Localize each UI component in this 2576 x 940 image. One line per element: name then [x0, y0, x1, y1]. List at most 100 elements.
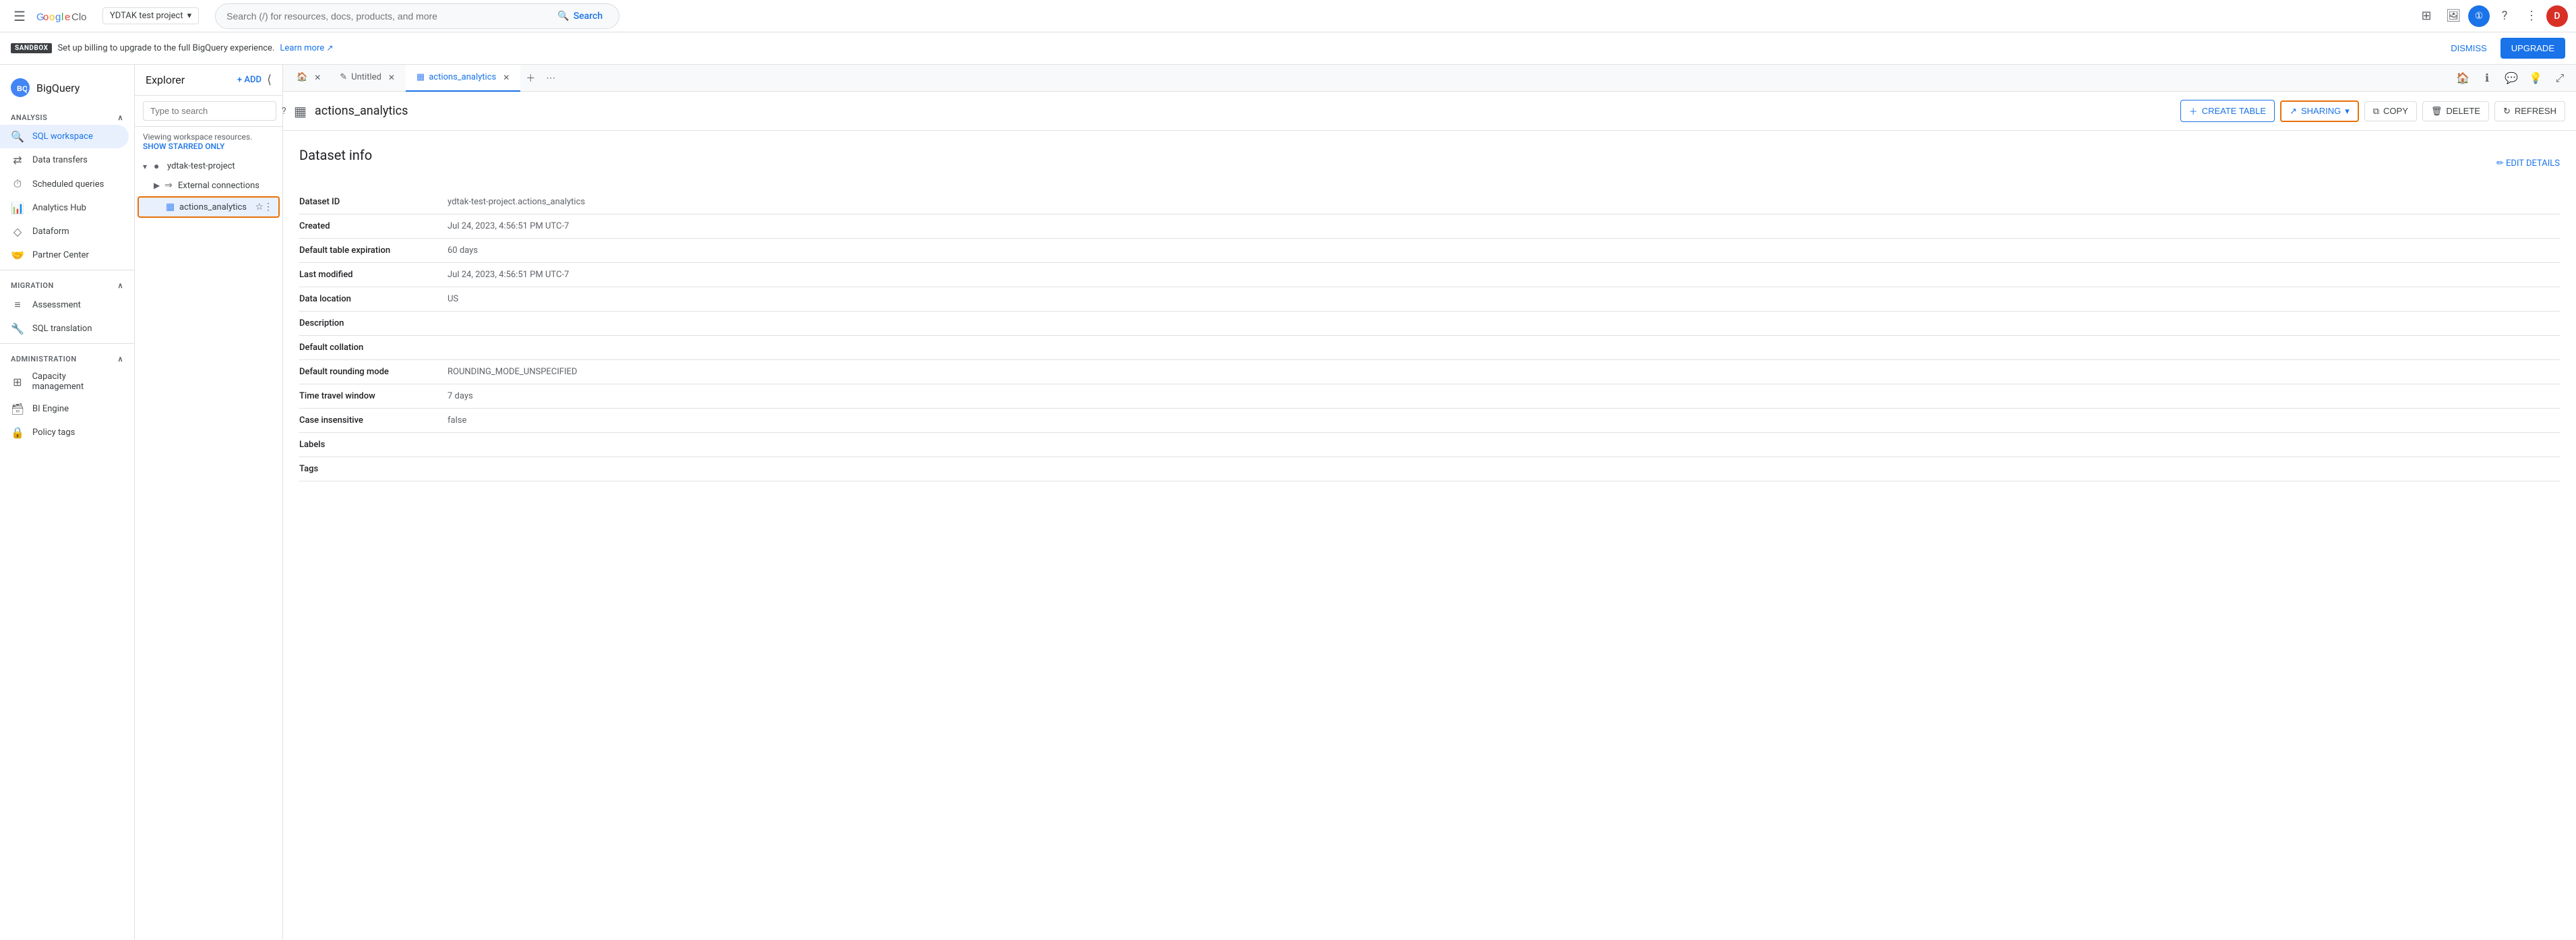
partner-center-icon: 🤝 [11, 249, 24, 262]
analysis-section-label: Analysis ∧ [0, 105, 134, 125]
delete-icon: 🗑 [2431, 106, 2443, 117]
project-label: ydtak-test-project [167, 161, 256, 171]
sidebar-item-label: Data transfers [32, 155, 88, 165]
tab-untitled[interactable]: ✎ Untitled ✕ [329, 65, 406, 92]
help-icon[interactable]: ? [2492, 4, 2517, 28]
tab-menu-button[interactable]: ⋯ [541, 67, 561, 89]
actions-tab-icon: ▦ [417, 72, 425, 82]
more-actions-icon[interactable]: ⋮ [264, 202, 273, 212]
tree-area: ▾ ● ydtak-test-project ☆ ⋮ ▶ ⇒ External … [135, 156, 282, 939]
tab-add-button[interactable]: ＋ [520, 66, 541, 90]
search-input[interactable] [226, 11, 552, 22]
tab-home[interactable]: 🏠 ✕ [288, 65, 329, 92]
project-selector[interactable]: YDTAK test project ▾ [102, 7, 199, 24]
sidebar-item-analytics-hub[interactable]: 📊 Analytics Hub [0, 196, 129, 220]
field-label: Last modified [299, 263, 448, 287]
copy-button[interactable]: ⧉ COPY [2364, 101, 2417, 121]
svg-text:o: o [49, 11, 55, 23]
sidebar-app-name: BigQuery [36, 82, 80, 94]
project-chevron: ▾ [187, 11, 192, 21]
migration-section-label: Migration ∧ [0, 273, 134, 293]
field-value [448, 433, 2560, 457]
dismiss-button[interactable]: DISMISS [2443, 39, 2494, 57]
sharing-dropdown-icon: ▾ [2345, 106, 2350, 117]
table-row: Tags [299, 457, 2560, 481]
field-value: US [448, 287, 2560, 312]
tree-external-connections[interactable]: ▶ ⇒ External connections ⋮ [135, 176, 282, 195]
svg-text:BQ: BQ [17, 85, 27, 93]
explorer-search-box: ? [135, 96, 282, 127]
copy-icon: ⧉ [2373, 106, 2379, 117]
apps-icon[interactable]: ⊞ [2414, 4, 2439, 28]
sharing-button[interactable]: ↗ SHARING ▾ [2280, 100, 2359, 122]
project-expand-icon: ▾ [143, 162, 154, 171]
untitled-close-icon[interactable]: ✕ [388, 73, 395, 82]
create-table-button[interactable]: ＋ CREATE TABLE [2180, 100, 2275, 122]
tab-chat-icon[interactable]: 💬 [2501, 67, 2522, 89]
sidebar-item-partner-center[interactable]: 🤝 Partner Center [0, 243, 129, 267]
search-button[interactable]: 🔍 Search [552, 8, 608, 24]
sidebar-item-sql-workspace[interactable]: 🔍 SQL workspace [0, 125, 129, 148]
sidebar-item-capacity-management[interactable]: ⊞ Capacity management [0, 366, 129, 397]
ext-conn-label: External connections [178, 181, 265, 191]
tree-actions-analytics[interactable]: ▦ actions_analytics ☆ ⋮ [137, 196, 280, 218]
dataset-panel: ▦ actions_analytics ＋ CREATE TABLE ↗ SHA… [283, 92, 2576, 939]
show-starred-button[interactable]: SHOW STARRED ONLY [143, 142, 274, 151]
notifications-icon[interactable]: 🖼 [2441, 4, 2465, 28]
sidebar-item-bi-engine[interactable]: 🗃 BI Engine [0, 397, 129, 421]
field-label: Description [299, 312, 448, 336]
untitled-tab-label: Untitled [351, 72, 381, 82]
tab-actions-analytics[interactable]: ▦ actions_analytics ✕ [406, 65, 520, 92]
sidebar-item-label: BI Engine [32, 404, 69, 414]
actions-analytics-icon: ▦ [166, 202, 179, 212]
user-avatar[interactable]: D [2546, 5, 2568, 27]
tree-project[interactable]: ▾ ● ydtak-test-project ☆ ⋮ [135, 156, 282, 176]
field-label: Dataset ID [299, 190, 448, 214]
explorer-panel: Explorer + ADD ⟨ ? Viewing workspace res… [135, 65, 283, 939]
google-cloud-logo: G o o g l e Cloud [36, 8, 86, 24]
tab-home-icon[interactable]: 🏠 [2452, 67, 2474, 89]
field-label: Default rounding mode [299, 360, 448, 384]
star-actions-icon[interactable]: ☆ [255, 202, 264, 212]
table-row: Time travel window 7 days [299, 384, 2560, 409]
sidebar-item-dataform[interactable]: ◇ Dataform [0, 220, 129, 243]
upgrade-button[interactable]: UPGRADE [2501, 38, 2565, 59]
sidebar-item-assessment[interactable]: ≡ Assessment [0, 293, 129, 317]
more-vert-icon[interactable]: ⋮ [2519, 4, 2544, 28]
explorer-search-input[interactable] [143, 101, 276, 121]
field-value: Jul 24, 2023, 4:56:51 PM UTC-7 [448, 214, 2560, 239]
home-close-icon[interactable]: ✕ [314, 73, 321, 82]
info-table: Dataset ID ydtak-test-project.actions_an… [299, 190, 2560, 481]
sidebar-divider-2 [0, 343, 134, 344]
sidebar-item-scheduled-queries[interactable]: ⏱ Scheduled queries [0, 172, 129, 196]
sql-translation-icon: 🔧 [11, 322, 24, 335]
avatar[interactable]: ① [2468, 5, 2490, 27]
delete-button[interactable]: 🗑 DELETE [2422, 101, 2489, 121]
sidebar-item-policy-tags[interactable]: 🔒 Policy tags [0, 421, 129, 444]
menu-icon[interactable]: ☰ [8, 3, 31, 30]
tab-info-icon[interactable]: ℹ [2476, 67, 2498, 89]
collapse-panel-button[interactable]: ⟨ [267, 73, 272, 87]
field-value [448, 336, 2560, 360]
home-tab-icon: 🏠 [297, 72, 307, 82]
sidebar-item-sql-translation[interactable]: 🔧 SQL translation [0, 317, 129, 341]
edit-details-button[interactable]: ✏ EDIT DETAILS [2496, 158, 2560, 169]
tab-bulb-icon[interactable]: 💡 [2525, 67, 2546, 89]
actions-close-icon[interactable]: ✕ [503, 73, 510, 82]
sidebar-item-data-transfers[interactable]: ⇄ Data transfers [0, 148, 129, 172]
administration-section-label: Administration ∧ [0, 347, 134, 366]
tab-expand-icon[interactable]: ⤢ [2549, 67, 2571, 89]
administration-collapse-icon[interactable]: ∧ [117, 355, 123, 363]
field-value: false [448, 409, 2560, 433]
sidebar-item-label: Assessment [32, 300, 81, 310]
field-value: Jul 24, 2023, 4:56:51 PM UTC-7 [448, 263, 2560, 287]
refresh-button[interactable]: ↻ REFRESH [2494, 101, 2565, 121]
ext-conn-icon: ⇒ [164, 180, 178, 191]
migration-collapse-icon[interactable]: ∧ [117, 281, 123, 290]
svg-text:l: l [61, 11, 63, 23]
add-button[interactable]: + ADD [237, 75, 262, 85]
analysis-collapse-icon[interactable]: ∧ [117, 113, 123, 122]
project-name: YDTAK test project [110, 11, 183, 21]
learn-more-link[interactable]: Learn more ↗ [280, 43, 333, 53]
capacity-management-icon: ⊞ [11, 376, 24, 388]
